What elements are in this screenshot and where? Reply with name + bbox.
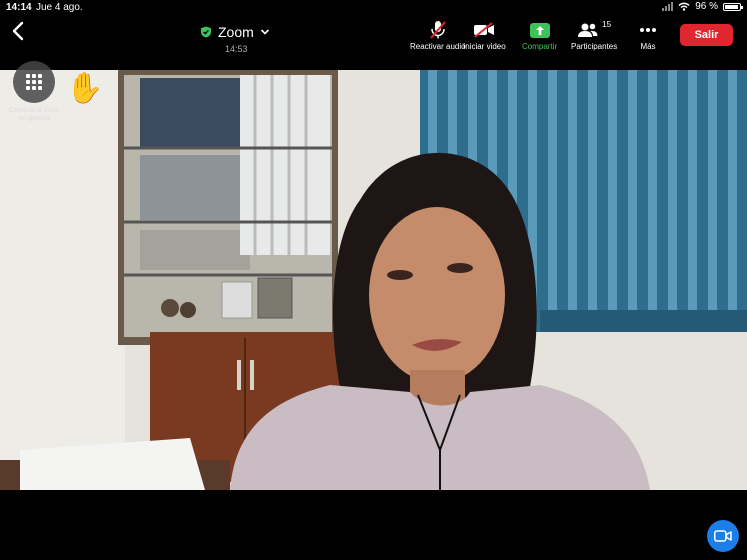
- raised-hand-icon: ✋: [66, 72, 104, 105]
- participants-label: Participantes: [571, 42, 618, 51]
- meeting-title: Zoom: [218, 24, 254, 40]
- share-screen-icon: [529, 22, 550, 38]
- meeting-toolbar: Zoom 14:53 Reactivar audio Iniciar video: [0, 14, 747, 56]
- share-label: Compartir: [522, 42, 558, 51]
- wifi-icon: [678, 2, 690, 11]
- meeting-info[interactable]: Zoom 14:53: [200, 24, 270, 54]
- back-chevron-icon[interactable]: [10, 20, 26, 42]
- battery-percent: 96 %: [695, 1, 718, 12]
- participants-count: 15: [602, 20, 612, 29]
- status-bar: 14:14 Jue 4 ago. 96 %: [0, 0, 747, 14]
- microphone-muted-icon: [430, 21, 446, 39]
- camera-off-icon: [474, 22, 495, 38]
- start-video-label: Iniciar video: [463, 42, 506, 51]
- gallery-view-button[interactable]: [13, 61, 55, 103]
- participants-icon: [578, 23, 598, 37]
- camera-toggle-button[interactable]: [707, 520, 739, 552]
- leave-button[interactable]: Salir: [680, 24, 733, 46]
- video-frame-image: [0, 70, 747, 490]
- shield-check-icon: [201, 26, 211, 38]
- status-date: Jue 4 ago.: [36, 2, 83, 13]
- gallery-view-label: Cambiar a Vista en galería: [9, 107, 59, 122]
- more-label: Más: [640, 42, 656, 51]
- grid-icon: [26, 74, 42, 90]
- start-video-button[interactable]: Iniciar video: [463, 20, 506, 51]
- share-button[interactable]: Compartir: [522, 20, 557, 51]
- unmute-audio-button[interactable]: Reactivar audio: [410, 20, 466, 51]
- more-button[interactable]: Más: [639, 20, 657, 51]
- signal-icon: [662, 2, 674, 11]
- status-time: 14:14: [6, 2, 32, 13]
- battery-icon: [723, 2, 743, 11]
- chevron-down-icon: [260, 29, 269, 35]
- meeting-timer: 14:53: [225, 44, 248, 54]
- participants-button[interactable]: 15 Participantes: [571, 20, 617, 51]
- unmute-audio-label: Reactivar audio: [410, 42, 466, 51]
- more-dots-icon: [640, 28, 656, 32]
- active-speaker-video[interactable]: [0, 70, 747, 490]
- video-camera-icon: [714, 530, 732, 542]
- status-indicators: 96 %: [662, 1, 743, 12]
